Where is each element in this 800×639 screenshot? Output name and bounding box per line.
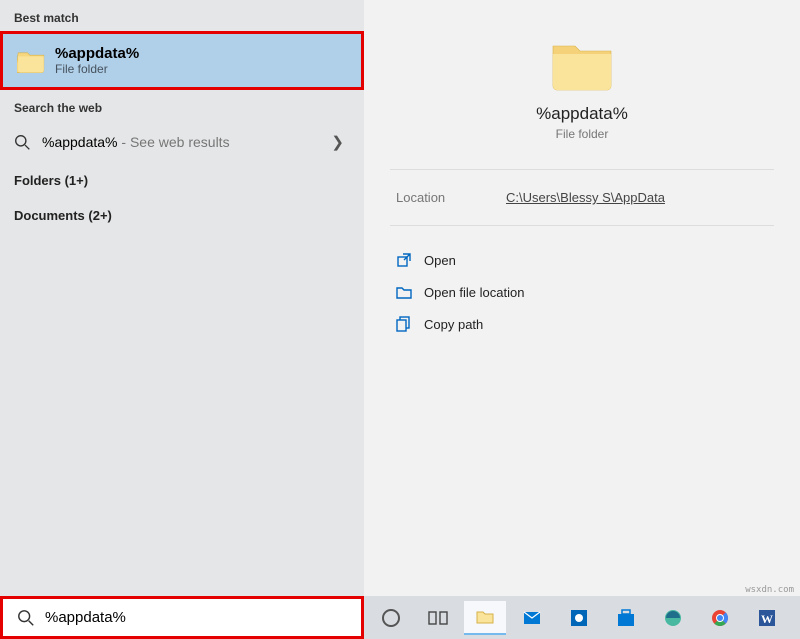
mail-icon	[522, 608, 542, 628]
documents-category[interactable]: Documents (2+)	[0, 198, 364, 233]
preview-title: %appdata%	[536, 104, 628, 124]
web-result-text: %appdata% - See web results	[42, 134, 331, 150]
app-icon	[569, 608, 589, 628]
bottom-bar: W	[0, 596, 800, 639]
best-match-result[interactable]: %appdata% File folder	[0, 31, 364, 90]
chrome-taskbar[interactable]	[699, 601, 741, 635]
web-search-result[interactable]: %appdata% - See web results ❯	[0, 121, 364, 163]
copy-icon	[396, 316, 412, 332]
edge-icon	[663, 608, 683, 628]
watermark: wsxdn.com	[745, 585, 794, 595]
word-taskbar[interactable]: W	[746, 601, 788, 635]
location-row: Location C:\Users\Blessy S\AppData	[390, 169, 774, 226]
folder-open-icon	[396, 284, 412, 300]
task-view-button[interactable]	[417, 601, 459, 635]
mail-taskbar[interactable]	[511, 601, 553, 635]
best-match-subtitle: File folder	[55, 62, 139, 76]
open-icon	[396, 252, 412, 268]
best-match-title: %appdata%	[55, 45, 139, 62]
word-icon: W	[757, 608, 777, 628]
preview-subtitle: File folder	[556, 127, 609, 141]
folder-icon	[550, 40, 614, 92]
open-location-label: Open file location	[424, 285, 524, 300]
folder-icon	[17, 49, 45, 73]
svg-text:W: W	[761, 612, 773, 626]
app-taskbar-1[interactable]	[558, 601, 600, 635]
chevron-right-icon: ❯	[331, 133, 344, 151]
file-explorer-taskbar[interactable]	[464, 601, 506, 635]
copy-path-label: Copy path	[424, 317, 483, 332]
taskbar: W	[364, 596, 800, 639]
folders-category[interactable]: Folders (1+)	[0, 163, 364, 198]
open-action[interactable]: Open	[390, 244, 774, 276]
folder-icon	[475, 607, 495, 627]
open-label: Open	[424, 253, 456, 268]
search-input[interactable]	[45, 609, 347, 626]
cortana-button[interactable]	[370, 601, 412, 635]
search-icon	[14, 134, 31, 151]
location-label: Location	[396, 190, 506, 205]
preview-panel: %appdata% File folder Location C:\Users\…	[364, 0, 800, 596]
store-taskbar[interactable]	[605, 601, 647, 635]
search-icon	[17, 609, 35, 627]
best-match-header: Best match	[0, 0, 364, 31]
open-location-action[interactable]: Open file location	[390, 276, 774, 308]
chrome-icon	[710, 608, 730, 628]
circle-icon	[382, 609, 400, 627]
task-view-icon	[428, 608, 448, 628]
edge-taskbar[interactable]	[652, 601, 694, 635]
search-box[interactable]	[0, 596, 364, 639]
store-icon	[616, 608, 636, 628]
search-results-panel: Best match %appdata% File folder Search …	[0, 0, 364, 596]
search-web-header: Search the web	[0, 90, 364, 121]
copy-path-action[interactable]: Copy path	[390, 308, 774, 340]
location-path[interactable]: C:\Users\Blessy S\AppData	[506, 190, 665, 205]
